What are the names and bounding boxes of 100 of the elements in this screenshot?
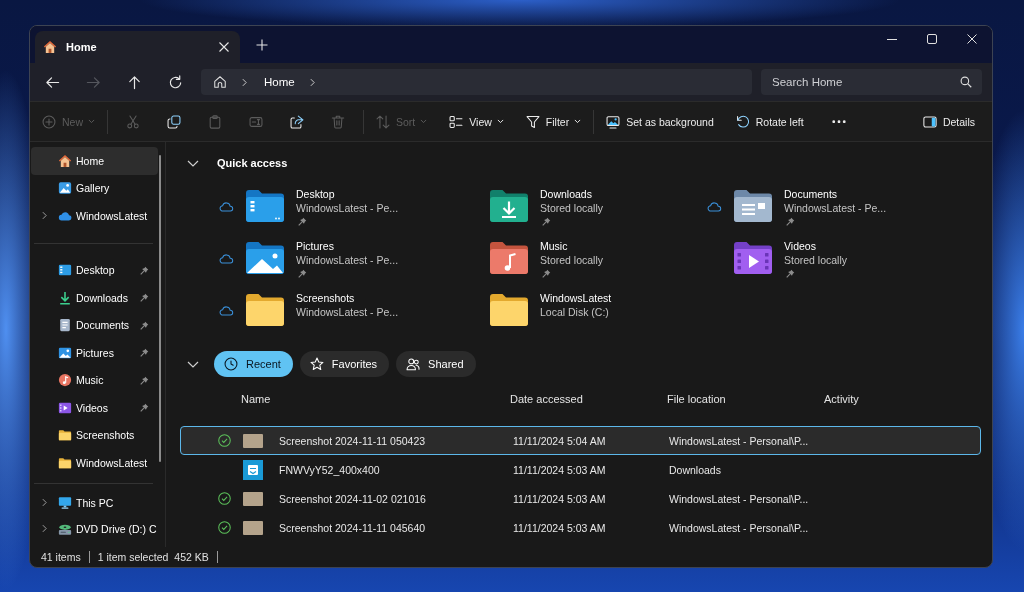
folder-location: WindowsLatest - Pe... [296, 253, 399, 267]
scrollbar-thumb[interactable] [159, 155, 161, 462]
filter-button[interactable]: Filter [520, 106, 587, 137]
filter-tab[interactable]: Favorites [299, 351, 390, 377]
house-icon [43, 40, 57, 54]
file-name: Screenshot 2024-11-02 021016 [279, 492, 426, 505]
file-row[interactable]: Screenshot 2024-11-02 021016 11/11/2024 5:03 AM WindowsLatest - Personal\P... [180, 484, 981, 513]
selection-size: 452 KB [174, 551, 209, 563]
folder-name[interactable]: Screenshots [296, 291, 355, 305]
file-name: Screenshot 2024-11-11 045640 [279, 521, 426, 534]
sidebar-item[interactable]: Gallery [31, 174, 158, 202]
folder-icon [58, 428, 72, 443]
close-icon [967, 34, 977, 44]
sidebar-item[interactable]: Home [31, 147, 158, 175]
column-header[interactable]: File location [667, 390, 726, 408]
sidebar-item[interactable]: Music [31, 366, 158, 394]
search-icon[interactable] [960, 76, 972, 88]
minimize-icon [887, 38, 897, 40]
pictures-folder-icon[interactable] [246, 242, 284, 274]
file-location: WindowsLatest - Personal\P... [669, 521, 809, 534]
folder-location: Stored locally [540, 201, 604, 215]
selection-count: 1 item selected [97, 551, 169, 563]
file-row[interactable]: Screenshot 2024-11-11 045640 11/11/2024 5:03 AM WindowsLatest - Personal\P... [180, 513, 981, 542]
sidebar-item[interactable]: Videos [31, 394, 158, 422]
music-folder-icon[interactable] [490, 242, 528, 274]
folder-location: Stored locally [540, 253, 604, 267]
date-accessed: 11/11/2024 5:03 AM [513, 492, 606, 505]
sidebar-item[interactable]: WindowsLatest [31, 202, 158, 230]
item-count: 41 items [41, 551, 81, 563]
filter-tab[interactable]: Shared [396, 351, 476, 377]
close-tab-button[interactable] [217, 40, 231, 54]
house-icon [58, 153, 72, 168]
plus-icon [256, 38, 268, 51]
sidebar-item[interactable]: Documents [31, 311, 158, 339]
chevron-down-icon[interactable] [187, 159, 199, 167]
sidebar-item[interactable]: DVD Drive (D:) C [31, 515, 158, 542]
chevron-right-icon[interactable] [42, 524, 47, 533]
sidebar-item[interactable]: Downloads [31, 284, 158, 312]
section-title: Quick access [217, 157, 288, 169]
people-icon [406, 357, 421, 371]
desktop-folder-icon[interactable] [246, 190, 284, 222]
chevron-right-icon[interactable] [309, 77, 315, 87]
videos-folder-icon[interactable] [734, 242, 772, 274]
chevron-right-icon[interactable] [42, 498, 47, 507]
star-icon [309, 357, 324, 371]
view-button[interactable]: View [444, 106, 509, 137]
chevron-right-icon[interactable] [42, 211, 47, 221]
sidebar-item[interactable]: Screenshots [31, 421, 158, 449]
address-bar[interactable]: Home [201, 69, 752, 95]
file-location: WindowsLatest - Personal\P... [669, 434, 809, 447]
folder-icon[interactable] [246, 294, 284, 326]
clock-icon [224, 357, 238, 371]
image-tile-icon [243, 459, 263, 480]
search-field[interactable]: Search Home [761, 69, 982, 95]
download-folder-icon[interactable] [490, 190, 528, 222]
file-location: WindowsLatest - Personal\P... [669, 492, 809, 505]
folder-name[interactable]: Videos [784, 239, 816, 253]
column-header[interactable]: Name [241, 390, 271, 408]
photo-placeholder [243, 491, 263, 506]
photo-placeholder [243, 433, 263, 448]
date-accessed: 11/11/2024 5:03 AM [513, 521, 606, 534]
chevron-right-icon[interactable] [242, 77, 247, 87]
desktop-icon [58, 263, 72, 278]
sidebar-item[interactable]: Pictures [31, 339, 158, 367]
folder-name[interactable]: WindowsLatest [540, 291, 612, 305]
download-arrow-icon [58, 290, 72, 305]
sidebar-item[interactable]: Desktop [31, 256, 158, 284]
column-header[interactable]: Activity [824, 390, 859, 408]
close-icon [219, 42, 229, 52]
side-panel-icon [922, 114, 937, 129]
sidebar-item[interactable]: WindowsLatest [31, 449, 158, 477]
breadcrumb[interactable]: Home [264, 72, 295, 92]
rotate-left-button[interactable]: Rotate left [730, 106, 809, 137]
folder-location: WindowsLatest - Pe... [784, 201, 887, 215]
folder-name[interactable]: Documents [784, 187, 838, 201]
file-name: Screenshot 2024-11-11 050423 [279, 434, 426, 447]
file-row[interactable]: Screenshot 2024-11-11 050423 11/11/2024 5:04 AM WindowsLatest - Personal\P... [180, 426, 981, 455]
folder-location: Stored locally [784, 253, 848, 267]
folder-name[interactable]: Music [540, 239, 568, 253]
folder-location: WindowsLatest - Pe... [296, 305, 399, 319]
folder-icon[interactable] [490, 294, 528, 326]
sidebar-item[interactable]: This PC [31, 489, 158, 516]
folder-name[interactable]: Downloads [540, 187, 592, 201]
folder-name[interactable]: Pictures [296, 239, 334, 253]
documents-folder-icon[interactable] [734, 190, 772, 222]
chevron-down-icon[interactable] [187, 360, 199, 368]
details-button[interactable]: Details [917, 106, 980, 137]
monitor-icon [58, 495, 72, 510]
folder-name[interactable]: Desktop [296, 187, 335, 201]
filter-tab[interactable]: Recent [214, 351, 293, 377]
picture-icon [58, 345, 72, 360]
file-location: Downloads [669, 463, 721, 476]
film-icon [58, 400, 72, 415]
folder-icon [58, 455, 72, 470]
document-icon [58, 318, 72, 333]
set-background-button[interactable]: Set as background [601, 106, 719, 137]
tab[interactable]: Home [35, 31, 240, 63]
column-header[interactable]: Date accessed [510, 390, 583, 408]
home-icon [213, 75, 227, 89]
file-row[interactable]: FNWVyY52_400x400 11/11/2024 5:03 AM Downloads [180, 455, 981, 484]
